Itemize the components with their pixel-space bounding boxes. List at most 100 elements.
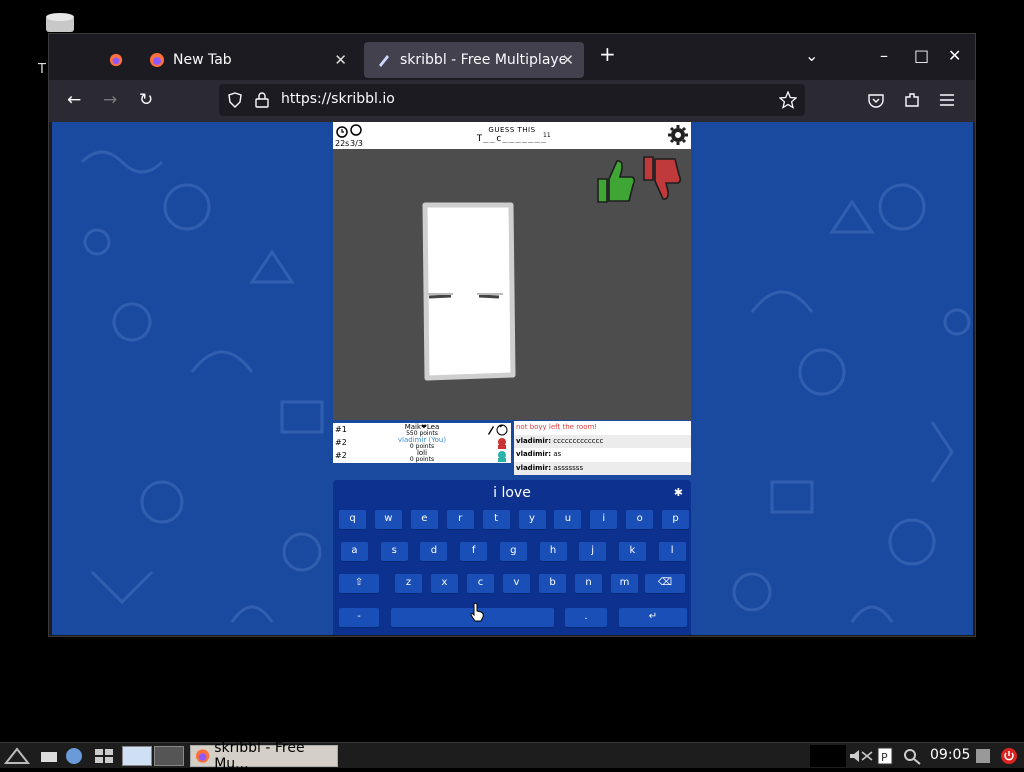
search-icon[interactable] [902,747,922,765]
lock-icon[interactable] [255,92,269,108]
player-rank: #1 [335,425,347,434]
tab-new-tab[interactable]: New Tab ✕ [137,42,357,78]
navigation-bar: ← → ↻ https://skribbl.io [49,80,975,122]
firefox-icon [109,53,123,67]
word-hint: T__c_______ [476,134,548,144]
taskbar: skribbl - Free Mu... P 09:05 [0,740,1024,772]
drawing [422,202,516,381]
start-menu-icon[interactable] [4,747,30,765]
key-enter[interactable]: ↵ [619,608,687,627]
key-x[interactable]: x [431,574,458,593]
hand-cursor-icon [470,602,484,622]
svg-text:P: P [881,751,888,764]
chat-message: not boyy left the room! [516,423,598,431]
maximize-button[interactable]: □ [914,46,929,65]
drawing-canvas[interactable] [333,149,691,420]
tab-skribbl[interactable]: skribbl - Free Multiplayer ✕ [364,42,584,78]
minimize-button[interactable]: – [880,46,888,65]
browser-window: New Tab ✕ skribbl - Free Multiplayer ✕ +… [48,33,976,637]
bookmark-star-icon[interactable] [779,91,797,109]
key-b[interactable]: b [539,574,566,593]
avatar-icon [498,451,506,462]
extensions-icon[interactable] [903,91,921,109]
list-tabs-button[interactable]: ⌄ [805,46,818,65]
taskbar-app-skribbl[interactable]: skribbl - Free Mu... [190,740,338,772]
power-icon[interactable] [1000,747,1018,765]
close-window-button[interactable]: ✕ [948,46,961,65]
player-rank: #2 [335,438,347,447]
volume-icon[interactable] [848,748,876,764]
key-v[interactable]: v [503,574,530,593]
key-dash[interactable]: - [339,608,379,627]
clock: 09:05 [930,747,971,763]
page-viewport: 22s 3/3 GUESS THIS T__c_______ 11 #1 Mai… [52,122,973,635]
workspace-2[interactable] [154,746,184,766]
avatar-icon [496,424,508,436]
key-f[interactable]: f [460,542,488,561]
tab-firefox-pinned[interactable] [97,42,131,78]
guess-input[interactable]: i love [333,485,691,501]
key-h[interactable]: h [539,542,567,561]
key-z[interactable]: z [395,574,422,593]
key-o[interactable]: o [626,510,654,529]
desktop-switcher-icon[interactable] [94,748,114,764]
key-c[interactable]: c [467,574,494,593]
key-g[interactable]: g [499,542,527,561]
settings-gear-icon[interactable] [667,124,689,146]
keyboard-settings-icon[interactable]: ✱ [674,486,683,499]
pocket-icon[interactable] [867,92,885,110]
url-bar[interactable]: https://skribbl.io [219,84,805,116]
tab-bar: New Tab ✕ skribbl - Free Multiplayer ✕ +… [49,34,975,80]
key-m[interactable]: m [611,574,638,593]
firefox-icon [150,53,164,67]
chat-message: vladimir: asssssss [514,461,691,475]
workspace-1[interactable] [122,746,152,766]
key-u[interactable]: u [554,510,582,529]
key-r[interactable]: r [446,510,474,529]
close-tab-icon[interactable]: ✕ [334,51,347,69]
key-backspace[interactable]: ⌫ [645,574,685,593]
key-e[interactable]: e [410,510,438,529]
key-d[interactable]: d [420,542,448,561]
forward-button[interactable]: → [103,90,117,110]
player-row[interactable]: #2 loli 0 points [333,449,511,463]
browser-launcher-icon[interactable] [64,747,84,765]
url-text: https://skribbl.io [281,91,395,107]
key-q[interactable]: q [339,510,366,529]
key-shift[interactable]: ⇧ [339,574,379,593]
new-tab-button[interactable]: + [599,42,616,66]
back-button[interactable]: ← [67,90,81,110]
onscreen-keyboard: i love ✱ q w e r t y u i o p a s d f g h j k l ⇧ z x c v b n m ⌫ - … [333,480,691,635]
key-dot[interactable]: . [565,608,607,627]
key-n[interactable]: n [575,574,602,593]
guess-label: GUESS THIS [488,126,536,134]
letter-count: 11 [543,132,551,139]
avatar-icon [498,438,506,449]
key-i[interactable]: i [590,510,618,529]
game-header: 22s 3/3 GUESS THIS T__c_______ 11 [333,122,691,149]
menu-icon[interactable] [939,92,955,108]
key-y[interactable]: y [518,510,546,529]
close-tab-icon[interactable]: ✕ [561,51,574,69]
thumbs-up-icon[interactable] [595,157,637,205]
cpu-monitor [810,745,846,767]
key-s[interactable]: s [380,542,408,561]
file-manager-icon[interactable] [40,749,58,763]
thumbs-down-icon[interactable] [641,155,683,203]
key-a[interactable]: a [341,542,368,561]
drive-icon[interactable] [46,12,74,34]
taskbar-app-label: skribbl - Free Mu... [214,740,305,772]
reload-button[interactable]: ↻ [139,90,153,110]
user-icon[interactable] [974,747,992,765]
key-j[interactable]: j [579,542,607,561]
clipboard-icon[interactable]: P [876,747,894,765]
key-l[interactable]: l [658,542,686,561]
chat-log: not boyy left the room! vladimir: cccccc… [514,421,691,475]
desktop-label: T [38,62,46,77]
player-points: 0 points [409,456,435,463]
key-t[interactable]: t [482,510,510,529]
key-w[interactable]: w [374,510,402,529]
key-p[interactable]: p [662,510,690,529]
shield-icon[interactable] [227,92,243,108]
key-k[interactable]: k [618,542,646,561]
